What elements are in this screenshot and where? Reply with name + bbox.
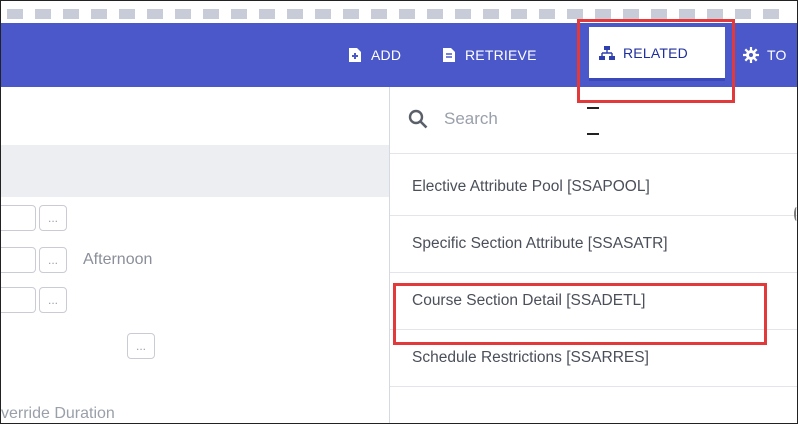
add-document-icon	[349, 48, 361, 62]
form-section-band	[1, 145, 389, 198]
search-icon	[408, 109, 428, 129]
lookup-button-4[interactable]: ...	[127, 333, 155, 359]
highlight-related-button	[577, 19, 735, 103]
retrieve-document-icon	[443, 48, 455, 62]
lookup-glyph: ...	[47, 211, 58, 225]
menu-item-label: Specific Section Attribute [SSASATR]	[412, 235, 668, 252]
highlight-course-section-detail	[393, 283, 767, 345]
form-input-1[interactable]	[1, 205, 36, 231]
retrieve-button[interactable]: RETRIEVE	[441, 23, 537, 87]
override-duration-label: verride Duration	[1, 405, 115, 422]
menu-item-label: Elective Attribute Pool [SSAPOOL]	[412, 178, 650, 195]
form-input-2[interactable]	[1, 247, 36, 273]
decorative-dashes	[7, 9, 787, 19]
menu-item-specific-section-attribute[interactable]: Specific Section Attribute [SSASATR]	[390, 216, 797, 273]
dash-mark-1	[587, 107, 599, 109]
search-input[interactable]: Search	[444, 109, 498, 129]
lookup-glyph: ...	[47, 293, 58, 307]
menu-item-elective-attribute-pool[interactable]: Elective Attribute Pool [SSAPOOL]	[390, 159, 797, 216]
lookup-glyph: ...	[135, 339, 146, 353]
form-header	[1, 87, 389, 146]
gear-icon	[743, 47, 759, 63]
lookup-button-1[interactable]: ...	[39, 205, 67, 231]
stray-mark	[794, 207, 797, 221]
tools-label: TO	[767, 47, 787, 63]
form-input-3[interactable]	[1, 287, 36, 313]
lookup-button-3[interactable]: ...	[39, 287, 67, 313]
retrieve-label: RETRIEVE	[465, 47, 537, 63]
menu-item-label: Schedule Restrictions [SSARRES]	[412, 349, 649, 366]
tools-button[interactable]: TO	[743, 23, 787, 87]
add-label: ADD	[371, 47, 402, 63]
related-dropdown: Search Elective Attribute Pool [SSAPOOL]…	[390, 87, 797, 423]
afternoon-label: Afternoon	[83, 251, 153, 268]
screenshot-frame: ADD RETRIEVE RELATED TO ... ... Afternoo…	[0, 0, 798, 424]
lookup-button-2[interactable]: ...	[39, 247, 67, 273]
lookup-glyph: ...	[47, 253, 58, 267]
add-button[interactable]: ADD	[347, 23, 401, 87]
dash-mark-2	[587, 133, 599, 135]
